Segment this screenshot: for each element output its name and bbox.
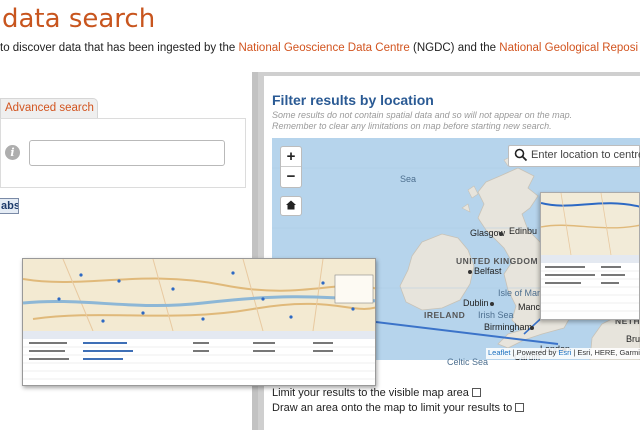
intro-prefix: to discover data that has been ingested … (0, 42, 239, 54)
filter-note-line1: Some results do not contain spatial data… (272, 110, 573, 120)
map-label-belfast: Belfast (474, 266, 502, 276)
attribution-powered: | Powered by (510, 348, 559, 357)
screenshot-inset-left (22, 258, 376, 386)
glasgow-dot (499, 232, 503, 236)
map-label-brussels: Bru (626, 334, 640, 344)
inset-map-thumbnail (23, 259, 375, 385)
home-icon (286, 200, 296, 210)
dublin-dot (490, 302, 494, 306)
limit-visible-checkbox[interactable] (471, 388, 481, 397)
esri-link[interactable]: Esri (558, 348, 571, 357)
search-icon (514, 148, 528, 162)
map-label-isle-of-man: Isle of Man (498, 288, 543, 298)
info-icon[interactable]: i (5, 145, 20, 160)
page-title: data search (2, 4, 156, 34)
map-label-birmingham: Birmingham (484, 322, 533, 332)
search-input[interactable] (29, 140, 225, 166)
zoom-in-button[interactable]: + (281, 147, 301, 167)
filter-title: Filter results by location (272, 92, 434, 108)
draw-area-label: Draw an area onto the map to limit your … (272, 402, 513, 414)
map-label-dublin: Dublin (463, 298, 489, 308)
map-label-sea: Sea (400, 174, 417, 184)
filter-note: Some results do not contain spatial data… (272, 110, 572, 132)
zoom-control: + − (280, 146, 302, 188)
draw-area-row: Draw an area onto the map to limit your … (272, 402, 525, 414)
leaflet-link[interactable]: Leaflet (488, 348, 511, 357)
map-label-manchester: Manc (518, 302, 541, 312)
ngdc-link[interactable]: National Geoscience Data Centre (238, 42, 409, 54)
repository-link[interactable]: National Geological Reposi (499, 42, 638, 54)
draw-area-checkbox[interactable] (515, 403, 525, 412)
birmingham-dot (530, 326, 534, 330)
map-attribution: Leaflet | Powered by Esri | Esri, HERE, … (486, 348, 640, 359)
tab-advanced-search[interactable]: Advanced search (0, 98, 98, 118)
limit-visible-row: Limit your results to the visible map ar… (272, 387, 481, 399)
location-search-placeholder: Enter location to centre (531, 149, 640, 161)
limit-visible-label: Limit your results to the visible map ar… (272, 387, 469, 399)
map-label-united-kingdom: UNITED KINGDOM (456, 256, 539, 266)
filter-note-line2: Remember to clear any limitations on map… (272, 121, 552, 131)
attribution-rest: | Esri, HERE, Garmin (571, 348, 640, 357)
inset-table-thumbnail (541, 193, 639, 319)
tabs-button[interactable]: abs (0, 198, 19, 214)
screenshot-inset-right (540, 192, 640, 320)
map-label-irish-sea: Irish Sea (478, 310, 514, 320)
map-label-ireland: IRELAND (424, 310, 466, 320)
zoom-out-button[interactable]: − (281, 167, 301, 187)
belfast-dot (468, 270, 472, 274)
intro-text: to discover data that has been ingested … (0, 42, 640, 54)
home-button[interactable] (280, 196, 302, 216)
intro-mid: (NGDC) and the (409, 42, 500, 54)
map-label-edinburgh: Edinbu (509, 226, 538, 236)
map-label-celtic-sea: Celtic Sea (447, 357, 489, 367)
